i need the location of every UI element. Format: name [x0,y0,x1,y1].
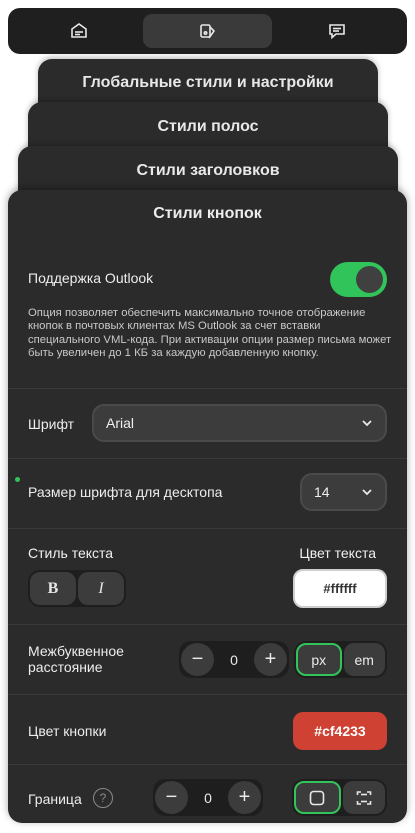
unit-toggle: px em [294,641,387,678]
outlook-support-description: Опция позволяет обеспечить максимально т… [28,307,392,359]
letter-spacing-row: Межбуквенное расстояние − 0 + px em [8,625,407,694]
letter-spacing-label-line2: расстояние [28,659,103,675]
letter-spacing-label-line1: Межбуквенное [28,643,124,659]
button-color-row: Цвет кнопки #cf4233 [8,695,407,764]
text-color-picker[interactable]: #ffffff [293,569,387,608]
panel-button-styles: Стили кнопок Поддержка Outlook Опция поз… [8,190,407,823]
font-row: Шрифт Arial [8,389,407,458]
changed-indicator-dot [15,477,20,482]
border-width-value[interactable]: 0 [188,790,228,806]
button-color-label: Цвет кнопки [28,723,107,739]
unit-em-button[interactable]: em [343,643,385,676]
font-size-label: Размер шрифта для десктопа [28,484,223,500]
font-size-select-value: 14 [314,484,330,500]
tab-template[interactable] [14,14,143,48]
border-width-stepper: − 0 + [153,779,263,816]
outlook-support-row: Поддержка Outlook Опция позволяет обеспе… [8,242,407,388]
tab-design[interactable] [143,14,272,48]
increment-button[interactable]: + [228,781,261,814]
unit-px-button[interactable]: px [296,643,342,676]
font-select[interactable]: Arial [92,404,387,442]
font-label: Шрифт [28,416,75,432]
border-label: Граница [28,791,82,807]
message-icon [328,24,345,40]
border-individual-icon [356,790,372,805]
border-individual-sides-button[interactable] [342,781,385,814]
decrement-button[interactable]: − [155,781,188,814]
paint-design-icon [199,24,215,39]
bold-button[interactable]: B [30,572,76,605]
text-color-label: Цвет текста [299,545,376,561]
font-select-value: Arial [106,415,135,431]
decrement-button[interactable]: − [181,643,214,676]
italic-button[interactable]: I [78,572,124,605]
border-row: Граница ? − 0 + [8,765,407,823]
text-style-buttons: B I [28,570,126,607]
border-all-icon [309,790,325,805]
top-tab-bar [8,8,407,54]
chevron-down-icon [362,489,372,496]
text-style-label: Стиль текста [28,545,114,561]
outlook-support-toggle[interactable] [330,262,387,297]
tab-messages[interactable] [272,14,401,48]
outlook-support-label: Поддержка Outlook [28,270,154,286]
template-icon [70,23,87,38]
text-style-row: Стиль текста Цвет текста B I #ffffff [8,529,407,624]
border-all-sides-button[interactable] [294,781,341,814]
letter-spacing-stepper: − 0 + [179,641,289,678]
font-size-row: Размер шрифта для десктопа 14 [8,459,407,528]
toggle-knob [356,266,383,293]
font-size-select[interactable]: 14 [300,473,387,511]
letter-spacing-value[interactable]: 0 [214,652,254,668]
increment-button[interactable]: + [254,643,287,676]
border-mode-toggle [292,779,387,816]
panel-button-styles-title[interactable]: Стили кнопок [8,190,407,242]
chevron-down-icon [362,420,372,427]
button-color-picker[interactable]: #cf4233 [293,712,387,750]
letter-spacing-label: Межбуквенное расстояние [28,643,124,675]
help-icon[interactable]: ? [93,788,113,808]
